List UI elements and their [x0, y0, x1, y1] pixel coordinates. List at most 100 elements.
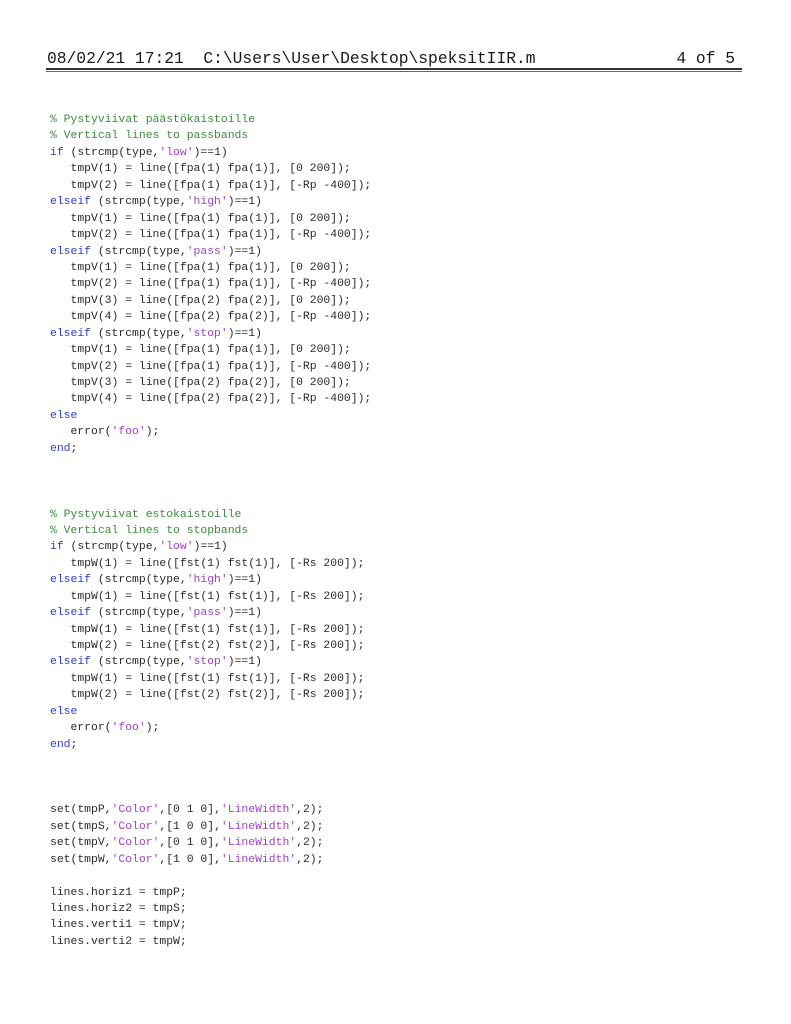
code-token: tmpW(2) = line([fst(2) fst(2)], [-Rs 200…: [50, 640, 365, 652]
code-token: set(tmpW,: [50, 853, 112, 866]
keyword-token: else: [50, 705, 78, 718]
code-token: ,[0 1 0],: [159, 804, 221, 817]
code-token: )==1): [193, 541, 228, 554]
code-token: (strcmp(type,: [63, 146, 160, 159]
code-token: )==1): [227, 574, 262, 587]
code-line: lines.verti1 = tmpV;: [50, 917, 371, 933]
code-token: (strcmp(type,: [91, 327, 187, 340]
code-line: elseif (strcmp(type,'pass')==1): [50, 605, 371, 621]
code-listing: % Pystyviivat päästökaistoille % Vertical…: [50, 112, 371, 950]
code-token: tmpW(2) = line([fst(2) fst(2)], [-Rs 200…: [50, 689, 365, 702]
string-token: 'LineWidth': [220, 804, 297, 817]
code-token: lines.verti2 = tmpW;: [50, 935, 187, 948]
comment-token: % Vertical lines to stopbands: [50, 524, 249, 537]
code-token: )==1): [227, 327, 262, 340]
page-number: 4 of 5: [676, 49, 735, 68]
code-token: lines.verti1 = tmpV;: [50, 919, 187, 932]
code-line: % Pystyviivat päästökaistoille: [50, 112, 371, 128]
code-line: tmpV(3) = line([fpa(2) fpa(2)], [0 200])…: [50, 375, 371, 391]
keyword-token: elseif: [50, 656, 92, 669]
code-token: )==1): [193, 146, 228, 159]
string-token: 'LineWidth': [220, 853, 297, 866]
code-token: set(tmpS,: [50, 820, 112, 833]
code-token: );: [145, 722, 160, 735]
code-token: tmpW(1) = line([fst(1) fst(1)], [-Rs 200…: [50, 672, 365, 685]
string-token: 'foo': [111, 426, 146, 439]
code-token: tmpV(1) = line([fpa(1) fpa(1)], [0 200])…: [50, 344, 351, 357]
code-line: elseif (strcmp(type,'pass')==1): [50, 244, 371, 260]
code-line: tmpV(4) = line([fpa(2) fpa(2)], [-Rp -40…: [50, 391, 372, 407]
code-line: elseif (strcmp(type,'stop')==1): [50, 326, 371, 342]
keyword-token: end: [50, 738, 71, 751]
string-token: 'high': [186, 574, 228, 587]
code-token: tmpV(1) = line([fpa(1) fpa(1)], [0 200])…: [50, 212, 351, 225]
keyword-token: elseif: [50, 196, 92, 209]
code-token: )==1): [227, 245, 262, 258]
string-token: 'low': [159, 541, 194, 554]
code-line: tmpV(1) = line([fpa(1) fpa(1)], [0 200])…: [50, 342, 371, 358]
code-token: (strcmp(type,: [91, 607, 187, 620]
print-datetime: 08/02/21 17:21: [47, 49, 184, 68]
page-header: 08/02/21 17:21 C:\Users\User\Desktop\spe…: [47, 47, 741, 68]
code-token: tmpV(2) = line([fpa(1) fpa(1)], [-Rp -40…: [50, 360, 372, 373]
code-token: lines.horiz2 = tmpS;: [50, 903, 187, 915]
keyword-token: if: [50, 541, 64, 554]
code-token: )==1): [227, 196, 262, 209]
code-token: tmpV(4) = line([fpa(2) fpa(2)], [-Rp -40…: [50, 393, 372, 406]
string-token: 'LineWidth': [220, 837, 297, 850]
code-line: tmpW(1) = line([fst(1) fst(1)], [-Rs 200…: [50, 556, 371, 572]
code-line: % Pystyviivat estokaistoille: [50, 507, 371, 523]
code-line: else: [50, 408, 371, 424]
code-line: tmpV(2) = line([fpa(1) fpa(1)], [-Rp -40…: [50, 178, 372, 194]
string-token: 'stop': [186, 656, 228, 669]
code-line: end;: [50, 441, 371, 457]
string-token: 'Color': [111, 804, 160, 817]
code-line: error('foo');: [50, 424, 371, 440]
code-token: tmpW(1) = line([fst(1) fst(1)], [-Rs 200…: [50, 557, 365, 570]
code-token: tmpV(4) = line([fpa(2) fpa(2)], [-Rp -40…: [50, 311, 372, 324]
header-rule-thin: [46, 71, 742, 72]
code-line: tmpV(4) = line([fpa(2) fpa(2)], [-Rp -40…: [50, 309, 372, 325]
keyword-token: elseif: [50, 327, 92, 340]
code-token: (strcmp(type,: [91, 245, 187, 258]
string-token: 'Color': [111, 820, 160, 833]
string-token: 'LineWidth': [220, 820, 297, 833]
code-line: error('foo');: [50, 720, 371, 736]
code-token: (strcmp(type,: [91, 574, 187, 587]
keyword-token: end: [50, 442, 71, 455]
keyword-token: elseif: [50, 574, 92, 587]
code-line: elseif (strcmp(type,'stop')==1): [50, 654, 371, 670]
code-line: tmpW(1) = line([fst(1) fst(1)], [-Rs 200…: [50, 671, 371, 687]
code-line: lines.verti2 = tmpW;: [50, 934, 371, 950]
code-token: )==1): [227, 607, 262, 620]
keyword-token: else: [50, 409, 78, 422]
code-line: set(tmpS,'Color',[1 0 0],'LineWidth',2);: [50, 819, 371, 835]
code-token: ,2);: [296, 820, 324, 833]
code-token: ,[1 0 0],: [159, 853, 221, 866]
code-line: tmpV(3) = line([fpa(2) fpa(2)], [0 200])…: [50, 293, 371, 309]
comment-token: % Vertical lines to passbands: [50, 130, 249, 143]
code-token: ,2);: [296, 804, 324, 817]
code-line: tmpV(2) = line([fpa(1) fpa(1)], [-Rp -40…: [50, 276, 372, 292]
string-token: 'pass': [186, 245, 228, 258]
code-token: ,2);: [296, 853, 324, 866]
code-token: set(tmpV,: [50, 837, 112, 850]
code-token: )==1): [227, 656, 262, 669]
code-token: tmpV(3) = line([fpa(2) fpa(2)], [0 200])…: [50, 294, 351, 307]
code-token: );: [145, 426, 160, 439]
code-line: tmpV(2) = line([fpa(1) fpa(1)], [-Rp -40…: [50, 359, 372, 375]
code-token: set(tmpP,: [50, 804, 112, 817]
code-token: tmpW(1) = line([fst(1) fst(1)], [-Rs 200…: [50, 623, 365, 636]
comment-token: % Pystyviivat päästökaistoille: [50, 114, 256, 126]
code-line: if (strcmp(type,'low')==1): [50, 145, 371, 161]
code-token: ,[0 1 0],: [159, 837, 221, 850]
code-line: lines.horiz2 = tmpS;: [50, 901, 371, 917]
code-token: ;: [70, 442, 78, 455]
code-line: tmpW(2) = line([fst(2) fst(2)], [-Rs 200…: [50, 687, 371, 703]
code-line: tmpV(1) = line([fpa(1) fpa(1)], [0 200])…: [50, 260, 371, 276]
